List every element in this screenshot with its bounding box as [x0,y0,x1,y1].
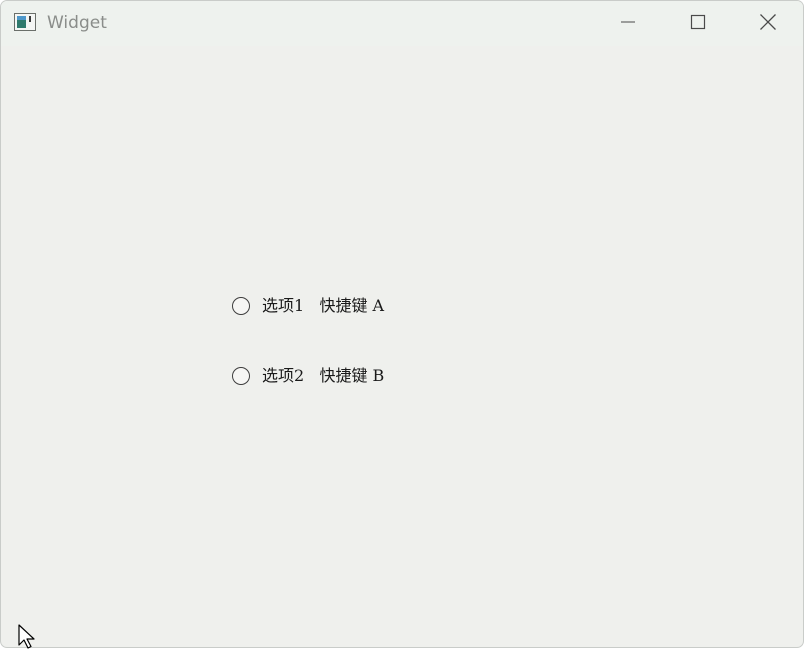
title-bar[interactable]: Widget [1,1,803,46]
mouse-cursor-icon [18,624,38,650]
maximize-icon [690,14,706,34]
radio-option-1[interactable]: 选项1 快捷键 A [232,294,384,318]
app-window-icon [14,13,36,31]
widget-window: Widget 选项1 快捷键 A 选项2 快捷键 B [0,0,804,648]
radio-label[interactable]: 选项2 快捷键 B [262,364,384,388]
close-button[interactable] [733,1,803,46]
maximize-button[interactable] [663,1,733,46]
minimize-icon [620,14,636,34]
radio-button[interactable] [232,297,250,315]
radio-label[interactable]: 选项1 快捷键 A [262,294,384,318]
close-icon [759,13,777,35]
radio-option-2[interactable]: 选项2 快捷键 B [232,364,384,388]
minimize-button[interactable] [593,1,663,46]
window-title: Widget [47,13,107,33]
radio-button[interactable] [232,367,250,385]
